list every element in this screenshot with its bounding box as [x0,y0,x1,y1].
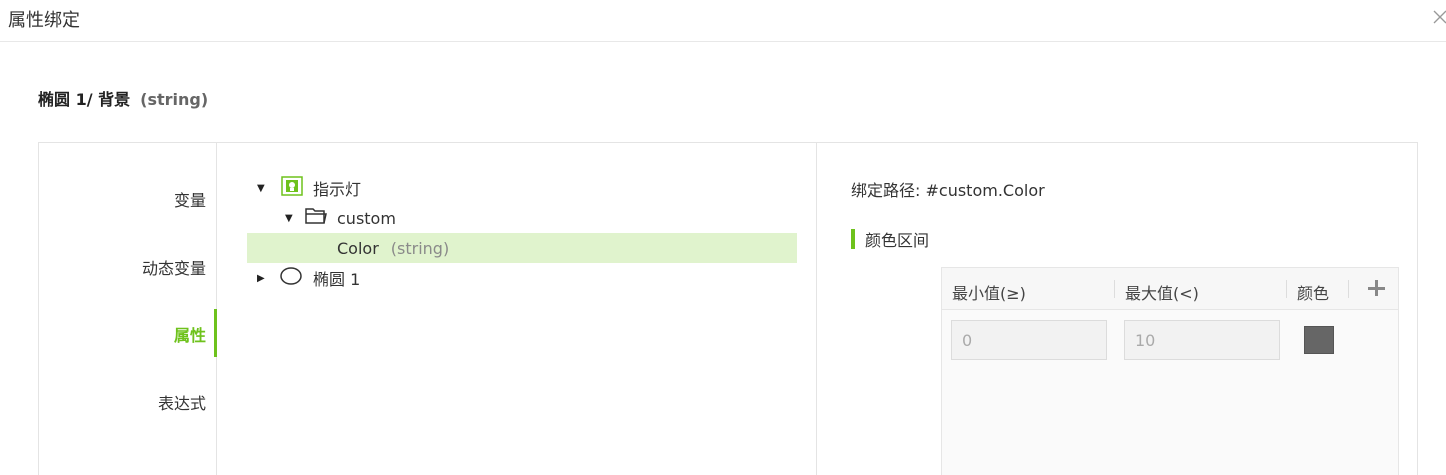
tree-node-label: Color [337,238,379,258]
tree-node-label: custom [337,208,396,228]
tree-node-type: (string) [390,238,450,258]
tree-node-color[interactable]: Color (string) [247,233,797,263]
max-value-input[interactable] [1124,320,1280,360]
sidebar-item-expression[interactable]: 表达式 [158,390,206,414]
binding-path-label: 绑定路径: [851,181,921,200]
folder-open-icon [305,207,327,229]
dialog-title: 属性绑定 [8,10,80,31]
sidebar-item-property[interactable]: 属性 [174,322,206,346]
column-divider [1348,280,1349,298]
binding-path-value: #custom.Color [925,181,1045,200]
add-range-button[interactable] [1364,276,1388,300]
section-accent-bar [851,229,855,249]
expanded-caret-icon[interactable]: ▼ [285,213,297,224]
table-header: 最小值(≥) 最大值(<) 颜色 [942,268,1398,310]
min-value-input[interactable] [951,320,1107,360]
sidebar-item-dynamic-variable[interactable]: 动态变量 [142,255,206,279]
collapsed-caret-icon[interactable]: ▶ [257,273,269,284]
binding-panel: 变量 动态变量 属性 表达式 ▼ 指示灯 ▼ custom Color (str… [38,142,1418,475]
binding-target-type: (string) [140,90,209,109]
panel-divider [816,143,817,475]
binding-config: 绑定路径: #custom.Color 颜色区间 最小值(≥) 最大值(<) 颜… [851,143,1411,475]
binding-target-name: 椭圆 1/ 背景 [38,90,131,109]
tree-node-custom[interactable]: ▼ custom [247,203,797,233]
indicator-light-icon [281,176,303,200]
color-range-table: 最小值(≥) 最大值(<) 颜色 [941,267,1399,475]
color-range-section-title: 颜色区间 [851,227,929,251]
tree-node-ellipse[interactable]: ▶ 椭圆 1 [247,263,797,293]
dialog-header: 属性绑定 [0,0,1446,42]
expanded-caret-icon[interactable]: ▼ [257,183,269,194]
source-type-sidebar: 变量 动态变量 属性 表达式 [39,143,217,475]
binding-path: 绑定路径: #custom.Color [851,177,1045,201]
column-divider [1114,280,1115,298]
section-title-text: 颜色区间 [865,231,930,250]
color-swatch[interactable] [1304,326,1334,354]
tree-node-label: 椭圆 1 [313,270,361,289]
column-header-max: 最大值(<) [1125,284,1199,303]
column-divider [1286,280,1287,298]
column-header-color: 颜色 [1297,284,1330,303]
tree-node-indicator-light[interactable]: ▼ 指示灯 [247,173,797,203]
sidebar-item-variable[interactable]: 变量 [174,187,206,211]
close-icon[interactable] [1432,8,1446,26]
active-indicator [214,309,217,357]
tree-node-label: 指示灯 [313,180,362,199]
binding-target-title: 椭圆 1/ 背景 (string) [38,86,208,110]
plus-icon [1368,280,1385,296]
ellipse-icon [279,267,303,289]
column-header-min: 最小值(≥) [952,284,1026,303]
